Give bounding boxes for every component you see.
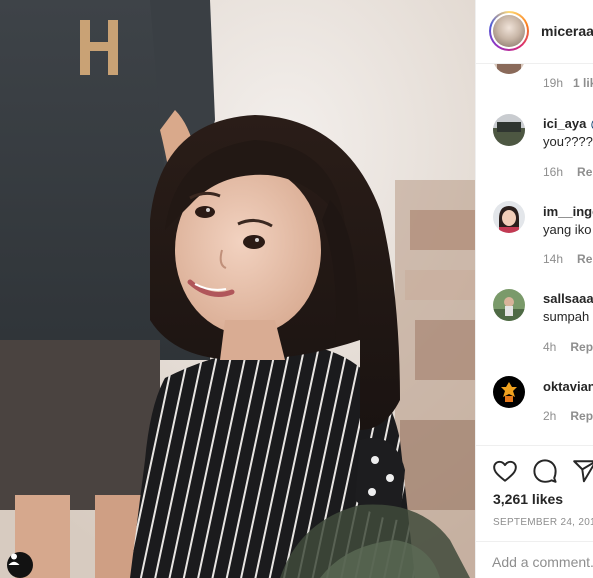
user-tag-icon[interactable] <box>7 552 33 578</box>
commenter-avatar[interactable] <box>493 114 525 146</box>
post-side-panel: miceraa 19h 1 lik <box>475 0 593 578</box>
reply-button[interactable]: Repl <box>577 165 593 179</box>
commenter-username[interactable]: sallsaaal <box>543 291 593 306</box>
reply-button[interactable]: Repl <box>577 252 593 266</box>
commenter-avatar[interactable] <box>493 376 525 408</box>
comment-time: 2h <box>543 409 557 423</box>
post-date[interactable]: SEPTEMBER 24, 2019 <box>493 517 593 528</box>
author-username[interactable]: miceraa <box>541 23 593 39</box>
comment-meta: 19h 1 lik <box>543 76 593 90</box>
comment-text: sumpah <box>543 309 590 324</box>
post-actions: 3,261 likes SEPTEMBER 24, 2019 <box>476 445 593 541</box>
commenter-avatar[interactable] <box>493 64 525 74</box>
comment-meta: 2h Reply <box>543 409 593 423</box>
add-comment-input[interactable] <box>492 552 593 572</box>
add-comment-bar <box>476 541 593 578</box>
comment-time: 16h <box>543 165 564 179</box>
comment-meta: 14h Repl <box>543 252 593 266</box>
heart-icon[interactable] <box>492 458 518 484</box>
comment-time: 19h <box>543 76 564 90</box>
comment-time: 14h <box>543 252 564 266</box>
post-header: miceraa <box>476 0 593 64</box>
commenter-username[interactable]: im__inge <box>543 204 593 219</box>
comment-text: you????? <box>543 134 593 149</box>
commenter-username[interactable]: ici_aya <box>543 116 586 131</box>
comment-likes[interactable]: 1 lik <box>573 76 593 90</box>
reply-button[interactable]: Reply <box>570 409 593 423</box>
comment-icon[interactable] <box>532 458 558 484</box>
comment-text: yang iko <box>543 222 592 237</box>
instagram-post-view: miceraa 19h 1 lik <box>0 0 593 578</box>
likes-count[interactable]: 3,261 likes <box>493 491 563 507</box>
comment-meta: 16h Repl <box>543 165 593 179</box>
comment-meta: 4h Reply <box>543 340 593 354</box>
post-photo[interactable] <box>0 0 475 578</box>
commenter-avatar[interactable] <box>493 289 525 321</box>
photo-illustration <box>0 0 475 578</box>
share-icon[interactable] <box>572 458 593 484</box>
reply-button[interactable]: Reply <box>570 340 593 354</box>
author-avatar[interactable] <box>489 11 529 51</box>
comment-time: 4h <box>543 340 557 354</box>
commenter-username[interactable]: oktavian <box>543 379 593 394</box>
comment-list: 19h1 lik ici_aya@ you????? 16hRepl <box>476 64 593 445</box>
commenter-avatar[interactable] <box>493 201 525 233</box>
